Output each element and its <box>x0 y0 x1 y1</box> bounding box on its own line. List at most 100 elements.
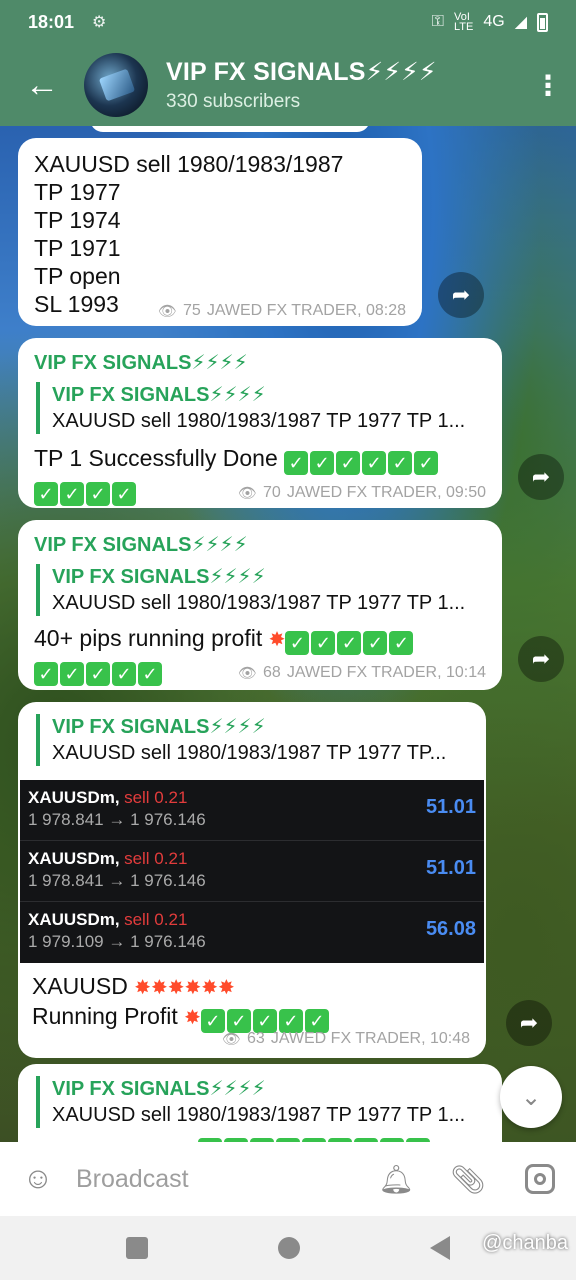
message-line: Running Profit <box>32 1003 178 1029</box>
message-line: XAUUSD sell 1980/1983/1987 <box>34 151 344 177</box>
check-mark-icons: ✓ ✓ ✓ ✓ ✓ <box>200 1003 331 1033</box>
volte-icon: VoI LTE <box>453 11 474 33</box>
reply-text: XAUUSD sell 1980/1983/1987 TP 1977 TP... <box>52 742 447 764</box>
message-bubble[interactable]: XAUUSD sell 1980/1983/1987 TP 1977 TP 19… <box>18 138 422 326</box>
bell-icon: 🔔︎ <box>378 1163 414 1195</box>
paperclip-icon: 📎︎ <box>450 1163 486 1195</box>
sticker-emoji-icon: ☺ <box>22 1162 54 1195</box>
share-icon: ➦ <box>531 464 551 489</box>
status-icons: ⚿ VoI LTE 4G ◢ <box>431 11 548 33</box>
reply-preview[interactable]: VIP FX SIGNALS⚡⚡⚡⚡ XAUUSD sell 1980/1983… <box>36 564 490 616</box>
channel-avatar[interactable] <box>84 53 148 117</box>
broadcast-input[interactable]: Broadcast <box>76 1165 360 1194</box>
message-text: XAUUSD sell 1980/1983/1987 TP 1977 TP 19… <box>34 150 343 318</box>
trade-row: XAUUSDm, sell 0.21 1 978.841 → 1 976.146… <box>20 841 484 902</box>
message-bubble[interactable]: VIP FX SIGNALS⚡⚡⚡⚡ VIP FX SIGNALS⚡⚡⚡⚡ XA… <box>18 338 502 508</box>
share-icon: ➦ <box>531 646 551 671</box>
reply-preview[interactable]: VIP FX SIGNALS⚡⚡⚡⚡ XAUUSD sell 1980/1983… <box>36 382 490 434</box>
channel-name: VIP FX SIGNALS⚡⚡⚡⚡ <box>34 352 248 374</box>
message-line: TP 1971 <box>34 235 121 261</box>
message-meta: 👁 75 JAWED FX TRADER, 08:28 <box>158 302 406 320</box>
share-icon: ➦ <box>451 282 471 307</box>
share-button[interactable]: ➦ <box>518 636 564 682</box>
trade-side: sell 0.21 <box>124 788 188 807</box>
reply-title: VIP FX SIGNALS⚡⚡⚡⚡ <box>52 384 266 406</box>
attach-button[interactable]: 📎︎ <box>432 1163 504 1196</box>
message-text-body: TP 1 Successfully Done <box>34 445 278 471</box>
trade-prices: 1 978.841 → 1 976.146 <box>28 810 206 829</box>
trade-side: sell 0.21 <box>124 849 188 868</box>
message-line: XAUUSD <box>32 973 128 999</box>
message-text-body: 40+ pips running profit <box>34 625 263 651</box>
trade-row: XAUUSDm, sell 0.21 1 978.841 → 1 976.146… <box>20 780 484 841</box>
reply-text: XAUUSD sell 1980/1983/1987 TP 1977 TP 1.… <box>52 592 466 614</box>
message-line: TP 1977 <box>34 179 121 205</box>
author-time: JAWED FX TRADER, 10:14 <box>286 664 486 681</box>
message-meta: 👁 63 JAWED FX TRADER, 10:48 <box>222 1030 470 1048</box>
share-button[interactable]: ➦ <box>518 454 564 500</box>
trade-profit: 51.01 <box>425 857 476 879</box>
trade-symbol: XAUUSDm, <box>28 910 120 929</box>
settings-status-icon: ⚙ <box>92 14 107 31</box>
trade-side: sell 0.21 <box>124 910 188 929</box>
channel-info[interactable]: VIP FX SIGNALS⚡⚡⚡⚡ 330 subscribers <box>166 57 437 113</box>
battery-icon <box>537 12 548 32</box>
author-time: JAWED FX TRADER, 08:28 <box>206 302 406 319</box>
camera-icon <box>525 1164 555 1194</box>
chat-area[interactable]: XAUUSD sell 1980/1983/1987 TP 1977 TP 19… <box>0 126 576 1142</box>
trade-symbol: XAUUSDm, <box>28 849 120 868</box>
reply-title: VIP FX SIGNALS⚡⚡⚡⚡ <box>52 566 266 588</box>
collision-icon: ✸ <box>184 1007 201 1029</box>
message-bubble-clipped <box>90 126 370 132</box>
scroll-down-button[interactable]: ⌄ <box>500 1066 562 1128</box>
share-button[interactable]: ➦ <box>506 1000 552 1046</box>
message-bubble[interactable]: VIP FX SIGNALS⚡⚡⚡⚡ XAUUSD sell 1980/1983… <box>18 702 486 1058</box>
recents-button[interactable] <box>126 1237 148 1259</box>
message-meta: 👁 68 JAWED FX TRADER, 10:14 <box>238 664 486 682</box>
reply-title: VIP FX SIGNALS⚡⚡⚡⚡ <box>52 716 266 738</box>
channel-title: VIP FX SIGNALS⚡⚡⚡⚡ <box>166 58 437 86</box>
trade-profit: 51.01 <box>425 796 476 818</box>
author-time: JAWED FX TRADER, 10:48 <box>270 1030 470 1047</box>
check-mark-icons: ✓ ✓ ✓ ✓ ✓ ✓ <box>284 445 440 475</box>
trade-prices: 1 978.841 → 1 976.146 <box>28 871 206 890</box>
back-nav-button[interactable] <box>430 1236 450 1260</box>
network-type: 4G <box>483 13 505 30</box>
channel-name: VIP FX SIGNALS⚡⚡⚡⚡ <box>34 534 248 556</box>
composer-bar: ☺ Broadcast 🔔︎ 📎︎ <box>0 1142 576 1216</box>
collision-icons: ✸✸✸✸✸✸ <box>134 977 235 999</box>
author-time: JAWED FX TRADER, 09:50 <box>286 484 486 501</box>
trade-profit: 56.08 <box>425 918 476 940</box>
arrow-left-icon: ← <box>25 65 59 104</box>
view-count: 75 <box>183 302 201 319</box>
message-bubble[interactable]: VIP FX SIGNALS⚡⚡⚡⚡ XAUUSD sell 1980/1983… <box>18 1064 502 1142</box>
trade-symbol: XAUUSDm, <box>28 788 120 807</box>
view-count: 68 <box>263 664 281 681</box>
reply-preview[interactable]: VIP FX SIGNALS⚡⚡⚡⚡ XAUUSD sell 1980/1983… <box>36 1076 490 1128</box>
back-button[interactable]: ← <box>0 44 84 126</box>
reply-title: VIP FX SIGNALS⚡⚡⚡⚡ <box>52 1078 266 1100</box>
message-bubble[interactable]: VIP FX SIGNALS⚡⚡⚡⚡ VIP FX SIGNALS⚡⚡⚡⚡ XA… <box>18 520 502 690</box>
trade-prices: 1 979.109 → 1 976.146 <box>28 932 206 951</box>
eye-icon: 👁 <box>221 1031 242 1048</box>
home-button[interactable] <box>278 1237 300 1259</box>
notification-toggle-button[interactable]: 🔔︎ <box>360 1163 432 1196</box>
collision-icon: ✸ <box>268 629 286 651</box>
share-button[interactable]: ➦ <box>438 272 484 318</box>
watermark-text: @chanba <box>482 1232 568 1254</box>
view-count: 70 <box>263 484 281 501</box>
reply-preview[interactable]: VIP FX SIGNALS⚡⚡⚡⚡ XAUUSD sell 1980/1983… <box>36 714 474 766</box>
more-menu-button[interactable]: ⋮ <box>520 69 576 102</box>
chevron-down-icon: ⌄ <box>520 1083 542 1111</box>
trades-image[interactable]: XAUUSDm, sell 0.21 1 978.841 → 1 976.146… <box>20 780 484 963</box>
emoji-button[interactable]: ☺ <box>0 1162 76 1196</box>
reply-text: XAUUSD sell 1980/1983/1987 TP 1977 TP 1.… <box>52 1104 466 1126</box>
share-icon: ➦ <box>519 1010 539 1035</box>
subscriber-count: 330 subscribers <box>166 91 301 112</box>
check-mark-icons: ✓ ✓ ✓ ✓ ✓ <box>285 625 415 655</box>
eye-icon: 👁 <box>237 485 258 502</box>
clock: 18:01 <box>28 11 75 32</box>
key-icon: ⚿ <box>431 13 444 30</box>
camera-button[interactable] <box>504 1164 576 1194</box>
reply-text: XAUUSD sell 1980/1983/1987 TP 1977 TP 1.… <box>52 410 466 432</box>
